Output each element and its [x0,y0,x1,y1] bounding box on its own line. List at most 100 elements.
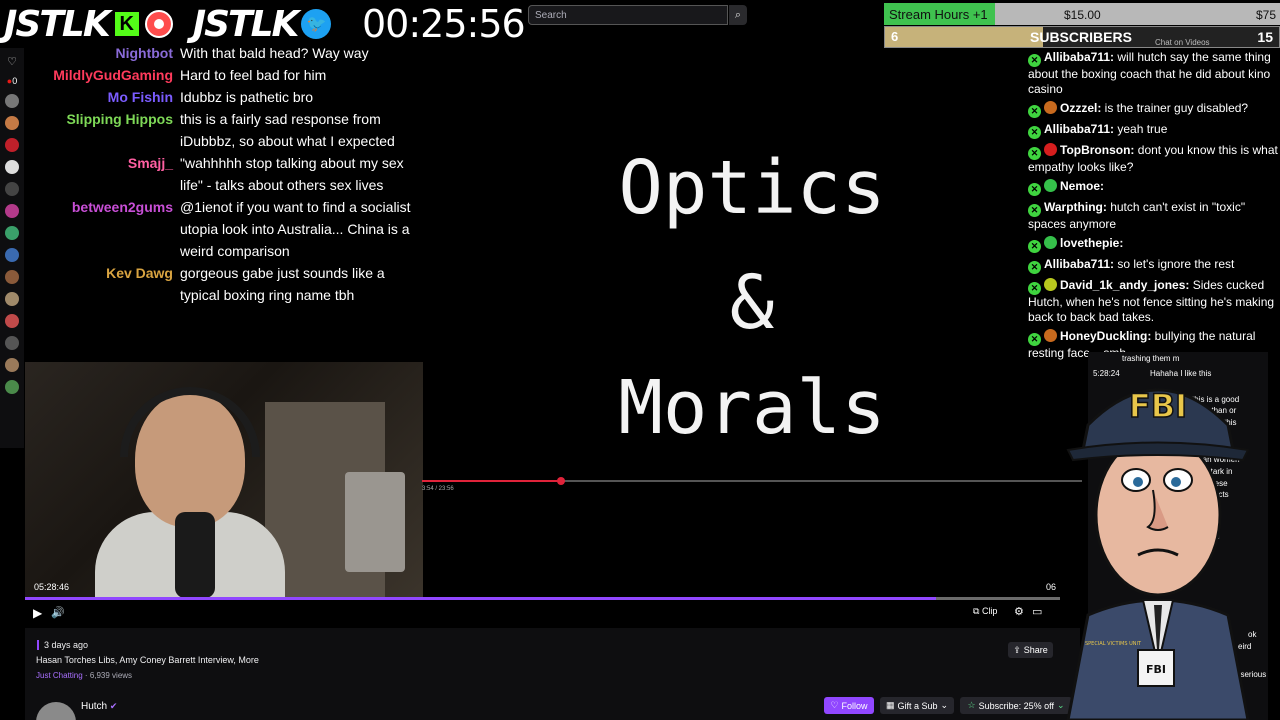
left-chat-message: Mo Fishin Idubbz is pathetic bro [30,86,430,108]
kick-badge-icon: ✕ [1028,183,1041,196]
right-chat-message: ✕ Ozzzel: is the trainer guy disabled? [1028,101,1280,118]
inner-video-scrubber[interactable] [556,477,565,485]
left-sidebar: ♡ ●0 [0,48,24,448]
gift-sub-button[interactable]: ▦ Gift a Sub ⌄ [880,697,954,714]
webcam-microphone [175,512,215,598]
goal-amount-2: $75 [1255,8,1276,22]
channel-avatar-9[interactable] [5,270,19,284]
heart-icon: ♡ [830,700,839,710]
chat-username[interactable]: Mo Fishin [30,86,180,108]
chat-username[interactable]: lovethepie: [1060,236,1123,250]
right-chat-message: ✕ Warpthing: hutch can't exist in "toxic"… [1028,200,1280,232]
kick-badge-icon: ✕ [1028,126,1041,139]
settings-gear-icon[interactable]: ⚙ [1014,605,1024,618]
chat-message-text: is the trainer guy disabled? [1101,101,1249,115]
channel-avatar-5[interactable] [5,182,19,196]
lower-chat-text: trashing them m [1122,354,1180,363]
share-button[interactable]: ⇪ Share [1008,642,1053,658]
chat-on-videos-label[interactable]: Chat on Videos [1155,38,1210,47]
player-current-time: 05:28:46 [34,582,70,592]
channel-avatar[interactable] [36,702,76,720]
left-chat-message: Slipping Hippos this is a fairly sad resp… [30,108,430,152]
search-input[interactable]: Search [528,5,728,25]
chat-username[interactable]: Nightbot [30,42,180,64]
channel-avatar-10[interactable] [5,292,19,306]
channel-avatar-3[interactable] [5,138,19,152]
left-chat-overlay: Nightbot With that bald head? Way way Mild… [30,42,430,306]
channel-avatar-6[interactable] [5,204,19,218]
chat-message-text: With that bald head? Way way [180,45,369,61]
channel-avatar-13[interactable] [5,358,19,372]
channel-avatar-8[interactable] [5,248,19,262]
chat-username[interactable]: HoneyDuckling: [1060,329,1151,343]
heart-icon[interactable]: ♡ [0,55,24,68]
mascot-badge-text: FBI [1146,663,1166,676]
channel-avatar-1[interactable] [5,94,19,108]
slide-line-ampersand: & [729,260,775,346]
webcam-air-purifier [345,472,405,572]
category-link[interactable]: Just Chatting [36,671,83,680]
right-chat-overlay: ✕ Allibaba711: will hutch say the same th… [1028,50,1280,365]
channel-avatar-4[interactable] [5,160,19,174]
slide-line-optics: Optics [618,145,886,231]
video-category-line: Just Chatting · 6,939 views [36,671,132,680]
user-badge-icon [1044,278,1057,291]
channel-avatar-2[interactable] [5,116,19,130]
user-badge-icon [1044,179,1057,192]
right-chat-message: ✕ Allibaba711: so let's ignore the rest [1028,257,1280,274]
play-icon[interactable]: ▶ [33,606,42,620]
chat-username[interactable]: Ozzzel: [1060,101,1101,115]
chat-username[interactable]: Allibaba711: [1044,257,1114,271]
kick-logo-icon: K [112,10,141,38]
chat-message-text: this is a fairly sad response from iDubb… [180,111,395,149]
right-chat-message: ✕ lovethepie: [1028,236,1280,253]
channel-avatar-14[interactable] [5,380,19,394]
search-icon[interactable]: ⌕ [729,5,747,25]
chat-username[interactable]: Allibaba711: [1044,50,1114,64]
chat-username[interactable]: Kev Dawg [30,262,180,306]
clip-icon: ⧉ [973,606,982,616]
volume-icon[interactable]: 🔊 [51,606,65,619]
right-chat-message: ✕ Nemoe: [1028,179,1280,196]
left-chat-message: Kev Dawg gorgeous gabe just sounds like a… [30,262,430,306]
chat-username[interactable]: TopBronson: [1060,143,1134,157]
verified-icon: ✔ [109,701,118,711]
video-title: Hasan Torches Libs, Amy Coney Barrett In… [36,655,259,665]
kick-badge-icon: ✕ [1028,333,1041,346]
chat-message-text: @1ienot if you want to find a socialist … [180,199,411,259]
user-badge-icon [1044,236,1057,249]
goal-amount-1: $15.00 [1064,8,1101,22]
chat-username[interactable]: Allibaba711: [1044,122,1114,136]
video-info-panel: 3 days ago Hasan Torches Libs, Amy Coney… [25,628,1080,720]
chat-username[interactable]: Smajj_ [30,152,180,196]
player-progress-fill [25,597,936,600]
clip-button[interactable]: ⧉ Clip [973,606,997,617]
inner-video-progress[interactable] [422,477,1082,485]
left-chat-message: Nightbot With that bald head? Way way [30,42,430,64]
user-badge-icon [1044,329,1057,342]
channel-avatar-7[interactable] [5,226,19,240]
follow-button[interactable]: ♡ Follow [824,697,874,714]
chat-username[interactable]: David_1k_andy_jones: [1060,278,1189,292]
mascot-cap-text: FBI [1129,387,1187,425]
channel-avatar-12[interactable] [5,336,19,350]
mascot-patch-text: SPECIAL VICTIMS UNIT [1085,641,1142,647]
channel-avatar-11[interactable] [5,314,19,328]
kick-badge-icon: ✕ [1028,240,1041,253]
webcam-feed [25,362,423,598]
chat-message-text: gorgeous gabe just sounds like a typical… [180,265,385,303]
theatre-mode-icon[interactable]: ▭ [1032,605,1042,618]
player-progress-bar[interactable] [25,597,1060,600]
kick-badge-icon: ✕ [1028,54,1041,67]
channel-name[interactable]: Hutch ✔ [81,701,117,712]
chat-username[interactable]: Slipping Hippos [30,108,180,152]
gift-icon: ▦ [885,700,895,710]
notification-badge[interactable]: ●0 [0,76,24,86]
chat-username[interactable]: MildlyGudGaming [30,64,180,86]
right-chat-message: ✕ TopBronson: dont you know this is what … [1028,143,1280,175]
chat-username[interactable]: Nemoe: [1060,179,1104,193]
twitter-bird-icon: 🐦 [301,9,332,39]
kick-badge-icon: ✕ [1028,261,1041,274]
chat-username[interactable]: Warpthing: [1044,200,1107,214]
chat-username[interactable]: between2gums [30,196,180,262]
